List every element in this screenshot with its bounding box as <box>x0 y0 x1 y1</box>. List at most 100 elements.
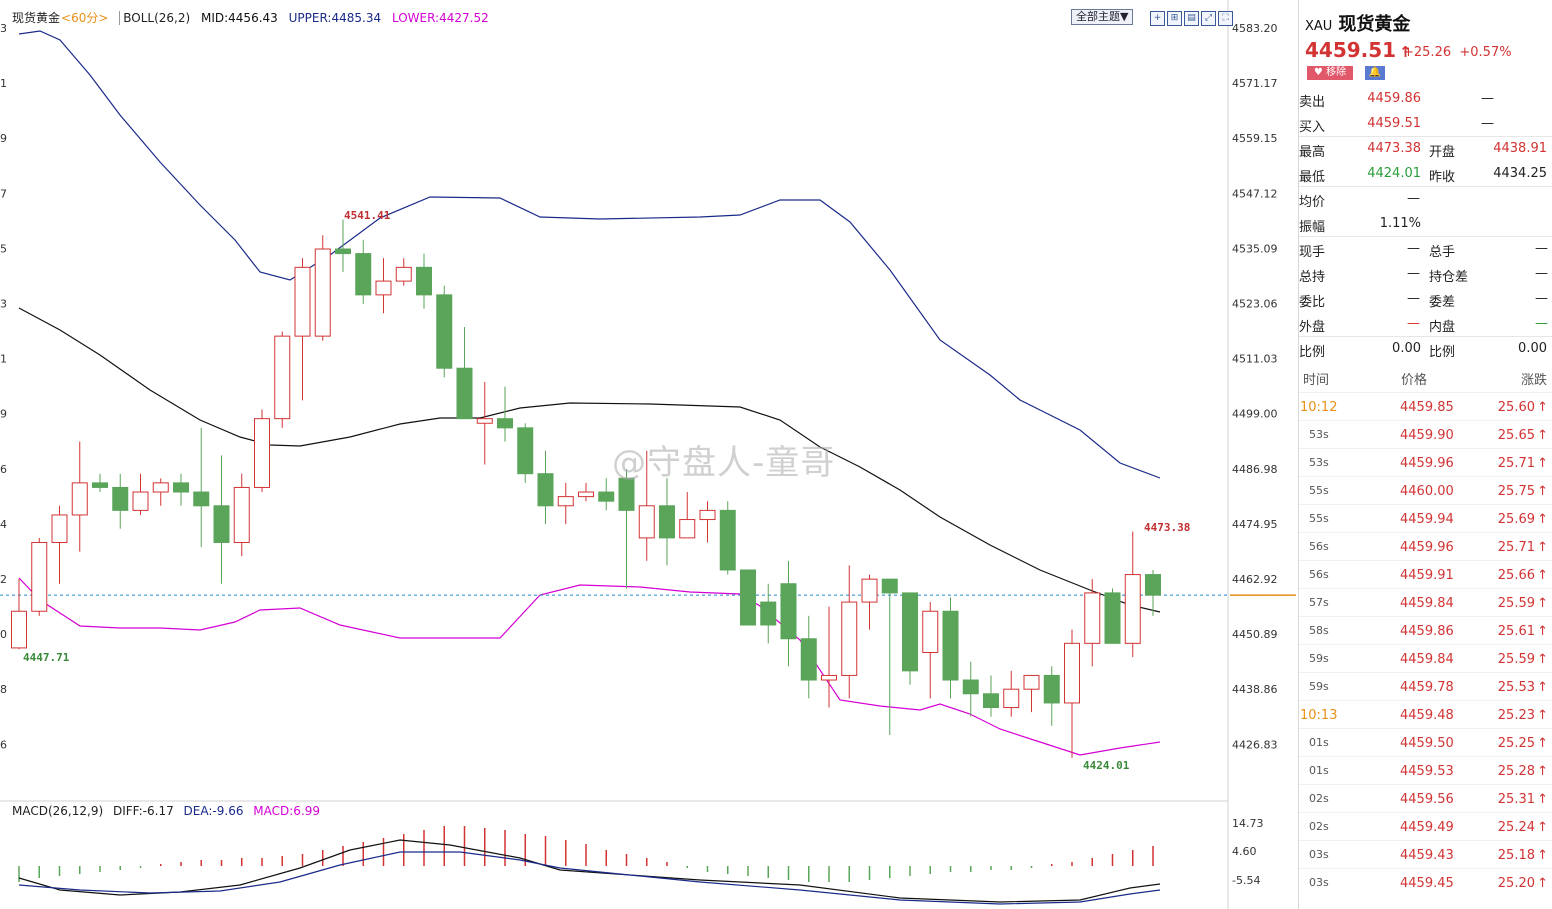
tick-row[interactable]: 01s 4459.53 25.28 ↑ <box>1299 756 1552 785</box>
tick-price: 4459.84 <box>1400 596 1454 611</box>
tick-row[interactable]: 02s 4459.56 25.31 ↑ <box>1299 784 1552 813</box>
grid-icon[interactable]: ⊞ <box>1167 11 1182 26</box>
quote-label: 内盘 <box>1429 320 1456 335</box>
candle-body <box>254 418 270 488</box>
tick-change: 25.75 <box>1497 484 1535 499</box>
tick-change: 25.69 <box>1497 512 1535 527</box>
remove-watch-button[interactable]: ♥ 移除 <box>1307 66 1353 80</box>
tick-row[interactable]: 10:12 4459.85 25.60 ↑ <box>1299 392 1552 421</box>
tick-row[interactable]: 59s 4459.84 25.59 ↑ <box>1299 644 1552 673</box>
kline-chart-area[interactable]: 4583.20 3 4571.17 1 4559.15 9 4547.12 7 4535.09 5… <box>0 0 1298 909</box>
tick-row[interactable]: 59s 4459.78 25.53 ↑ <box>1299 672 1552 701</box>
theme-selector-button[interactable]: 全部主题▼ <box>1071 9 1134 25</box>
candle-body <box>476 418 493 424</box>
candle-body <box>1023 674 1040 690</box>
quote-value: 4438.91 <box>1493 141 1547 156</box>
tick-change: 25.31 <box>1497 792 1535 807</box>
tick-time: 10:12 <box>1300 400 1338 415</box>
tick-row[interactable]: 55s 4459.94 25.69 ↑ <box>1299 504 1552 533</box>
macd-label[interactable]: MACD(26,12,9) <box>12 804 103 818</box>
tick-row[interactable]: 03s 4459.45 25.20 ↑ <box>1299 868 1552 897</box>
tick-row[interactable]: 01s 4459.50 25.25 ↑ <box>1299 728 1552 757</box>
quote-value: — <box>1535 291 1548 306</box>
change-value: +25.26 <box>1403 45 1452 60</box>
candle-body <box>679 519 696 539</box>
symbol-code: XAU <box>1305 19 1333 34</box>
quote-label: 委差 <box>1429 295 1456 310</box>
tick-change: 25.24 <box>1497 820 1535 835</box>
tick-row[interactable]: 55s 4460.00 25.75 ↑ <box>1299 476 1552 505</box>
price-axis-label-left: 3 <box>0 22 7 35</box>
quote-value: — <box>1407 191 1420 206</box>
candle-body <box>638 505 655 539</box>
tick-time: 56s <box>1309 540 1329 553</box>
candle-body <box>821 674 837 681</box>
tick-time: 01s <box>1309 736 1329 749</box>
period-label[interactable]: <60分> <box>61 11 108 25</box>
candle-body <box>314 248 331 337</box>
chart-type-icon[interactable]: ▤ <box>1184 11 1199 26</box>
quote-row: 总持 — 持仓差 — <box>1299 262 1552 286</box>
quote-label: 最低 <box>1299 170 1326 185</box>
alert-button[interactable]: 🔔 <box>1365 66 1385 80</box>
candle-body <box>1003 688 1020 709</box>
candle-body <box>841 601 858 676</box>
candle-body <box>760 601 777 626</box>
tick-time: 57s <box>1309 596 1329 609</box>
tick-col-change: 涨跌 <box>1521 373 1548 388</box>
quote-value: — <box>1535 316 1548 331</box>
tick-row[interactable]: 53s 4459.90 25.65 ↑ <box>1299 420 1552 449</box>
candle-body <box>740 569 756 626</box>
quote-row: 现手 — 总手 — <box>1299 237 1552 261</box>
tick-row[interactable]: 10:13 4459.48 25.23 ↑ <box>1299 700 1552 729</box>
quote-row: 最低 4424.01 昨收 4434.25 <box>1299 162 1552 186</box>
tick-row[interactable]: 03s 4459.43 25.18 ↑ <box>1299 840 1552 869</box>
candle-body <box>132 491 149 511</box>
last-price-value: 4459.51 <box>1305 38 1397 62</box>
up-arrow-icon: ↑ <box>1537 876 1548 891</box>
tick-row[interactable]: 58s 4459.86 25.61 ↑ <box>1299 616 1552 645</box>
tick-col-price: 价格 <box>1401 373 1428 388</box>
candle-body <box>274 335 291 420</box>
low-marker-label-right: 4424.01 <box>1083 759 1130 772</box>
fullscreen-icon[interactable]: ⛶ <box>1218 11 1233 26</box>
tick-change: 25.20 <box>1497 876 1535 891</box>
symbol-name-title: 现货黄金 <box>1338 14 1411 35</box>
quote-value: — <box>1407 241 1420 256</box>
boll-mid: MID:4456.43 <box>200 11 278 25</box>
up-arrow-icon: ↑ <box>1537 512 1548 527</box>
up-arrow-icon: ↑ <box>1537 596 1548 611</box>
tick-time: 59s <box>1309 652 1329 665</box>
tick-row[interactable]: 56s 4459.91 25.66 ↑ <box>1299 560 1552 589</box>
quote-value: — <box>1407 316 1420 331</box>
tick-change: 25.23 <box>1497 708 1535 723</box>
price-axis-label-left: 1 <box>0 77 7 90</box>
quote-label: 持仓差 <box>1429 270 1469 285</box>
crosshair-icon[interactable]: + <box>1150 11 1165 26</box>
up-arrow-icon: ↑ <box>1537 736 1548 751</box>
symbol-name: 现货黄金 <box>12 11 61 25</box>
tick-row[interactable]: 02s 4459.49 25.24 ↑ <box>1299 812 1552 841</box>
boll-upper-line <box>18 30 1161 479</box>
candle-body <box>800 638 817 681</box>
tick-time: 56s <box>1309 568 1329 581</box>
quote-label: 比例 <box>1429 345 1456 360</box>
quote-row: 委比 — 委差 — <box>1299 287 1552 311</box>
tick-row[interactable]: 53s 4459.96 25.71 ↑ <box>1299 448 1552 477</box>
candle-body <box>598 491 615 502</box>
price-axis-label: 4474.95 <box>1232 518 1278 531</box>
zoom-icon[interactable]: ⤢ <box>1201 11 1216 26</box>
tick-price: 4459.86 <box>1400 624 1454 639</box>
price-axis-label-left: 0 <box>0 628 7 641</box>
candle-body <box>456 367 473 420</box>
up-arrow-icon: ↑ <box>1537 428 1548 443</box>
price-axis-label: 4535.09 <box>1232 242 1278 255</box>
boll-label[interactable]: BOLL(26,2) <box>119 11 191 25</box>
quote-row: 卖出 4459.86 — <box>1299 87 1552 111</box>
tick-row[interactable]: 56s 4459.96 25.71 ↑ <box>1299 532 1552 561</box>
tick-row[interactable]: 57s 4459.84 25.59 ↑ <box>1299 588 1552 617</box>
tick-time: 01s <box>1309 764 1329 777</box>
tick-change: 25.59 <box>1497 596 1535 611</box>
price-axis-label: 4547.12 <box>1232 187 1278 200</box>
quote-row: 外盘 — 内盘 — <box>1299 312 1552 336</box>
